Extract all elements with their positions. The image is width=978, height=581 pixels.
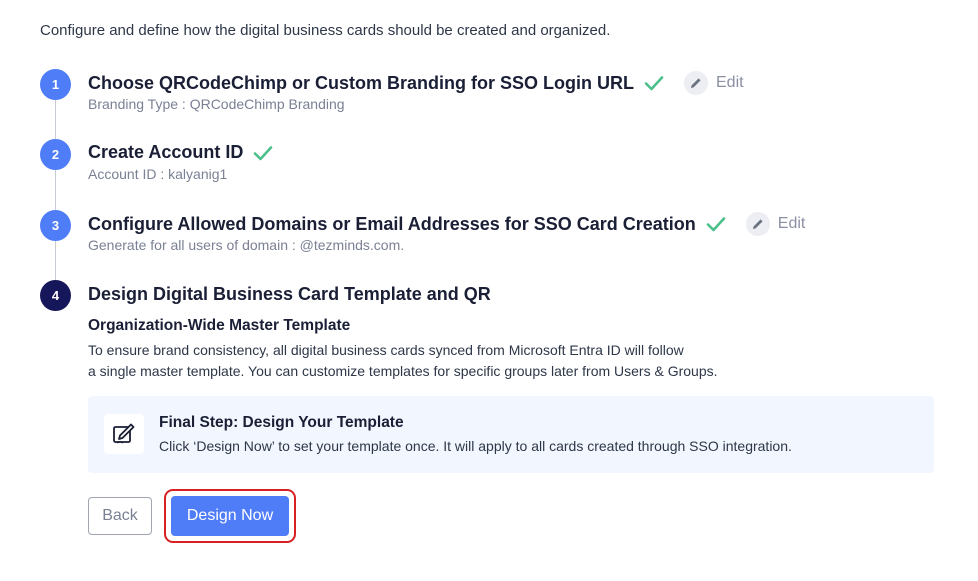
final-step-banner: Final Step: Design Your Template Click ‘… xyxy=(88,396,934,473)
pencil-icon xyxy=(684,71,708,95)
check-icon xyxy=(644,76,664,91)
step-1-edit-label: Edit xyxy=(716,74,744,91)
check-icon xyxy=(254,145,273,160)
step-1-header: Choose QRCodeChimp or Custom Branding fo… xyxy=(88,71,744,95)
step-4-number: 4 xyxy=(40,280,71,311)
step-rail xyxy=(55,85,56,295)
step-3-number: 3 xyxy=(40,210,71,241)
step-1-number: 1 xyxy=(40,69,71,100)
step-1-edit-button[interactable]: Edit xyxy=(684,71,744,95)
step-2-number: 2 xyxy=(40,139,71,170)
step-3-header: Configure Allowed Domains or Email Addre… xyxy=(88,212,805,236)
step-1-title: Choose QRCodeChimp or Custom Branding fo… xyxy=(88,72,634,93)
step-2-subtitle: Account ID : kalyanig1 xyxy=(88,166,228,182)
template-section-title: Organization-Wide Master Template xyxy=(88,317,351,334)
step-4-header: Design Digital Business Card Template an… xyxy=(88,284,491,305)
step-3-title: Configure Allowed Domains or Email Addre… xyxy=(88,213,696,234)
pencil-icon xyxy=(745,212,770,236)
banner-title: Final Step: Design Your Template xyxy=(159,414,404,431)
step-2-header: Create Account ID xyxy=(88,142,273,163)
step-1-subtitle: Branding Type : QRCodeChimp Branding xyxy=(88,96,345,112)
step-2-title: Create Account ID xyxy=(88,142,244,162)
description-line-1: To ensure brand consistency, all digital… xyxy=(88,342,684,358)
step-4-title: Design Digital Business Card Template an… xyxy=(88,284,491,304)
intro-text: Configure and define how the digital bus… xyxy=(40,22,611,39)
step-3-subtitle: Generate for all users of domain : @tezm… xyxy=(88,237,405,253)
check-icon xyxy=(706,217,726,232)
back-button[interactable]: Back xyxy=(88,497,152,535)
banner-text: Click ‘Design Now’ to set your template … xyxy=(159,438,792,454)
edit-template-icon xyxy=(104,414,144,454)
step-3-edit-label: Edit xyxy=(777,215,806,232)
step-3-edit-button[interactable]: Edit xyxy=(745,212,806,236)
description-line-2: a single master template. You can custom… xyxy=(88,363,718,379)
design-now-button[interactable]: Design Now xyxy=(171,496,289,536)
template-section-description: To ensure brand consistency, all digital… xyxy=(88,340,808,382)
